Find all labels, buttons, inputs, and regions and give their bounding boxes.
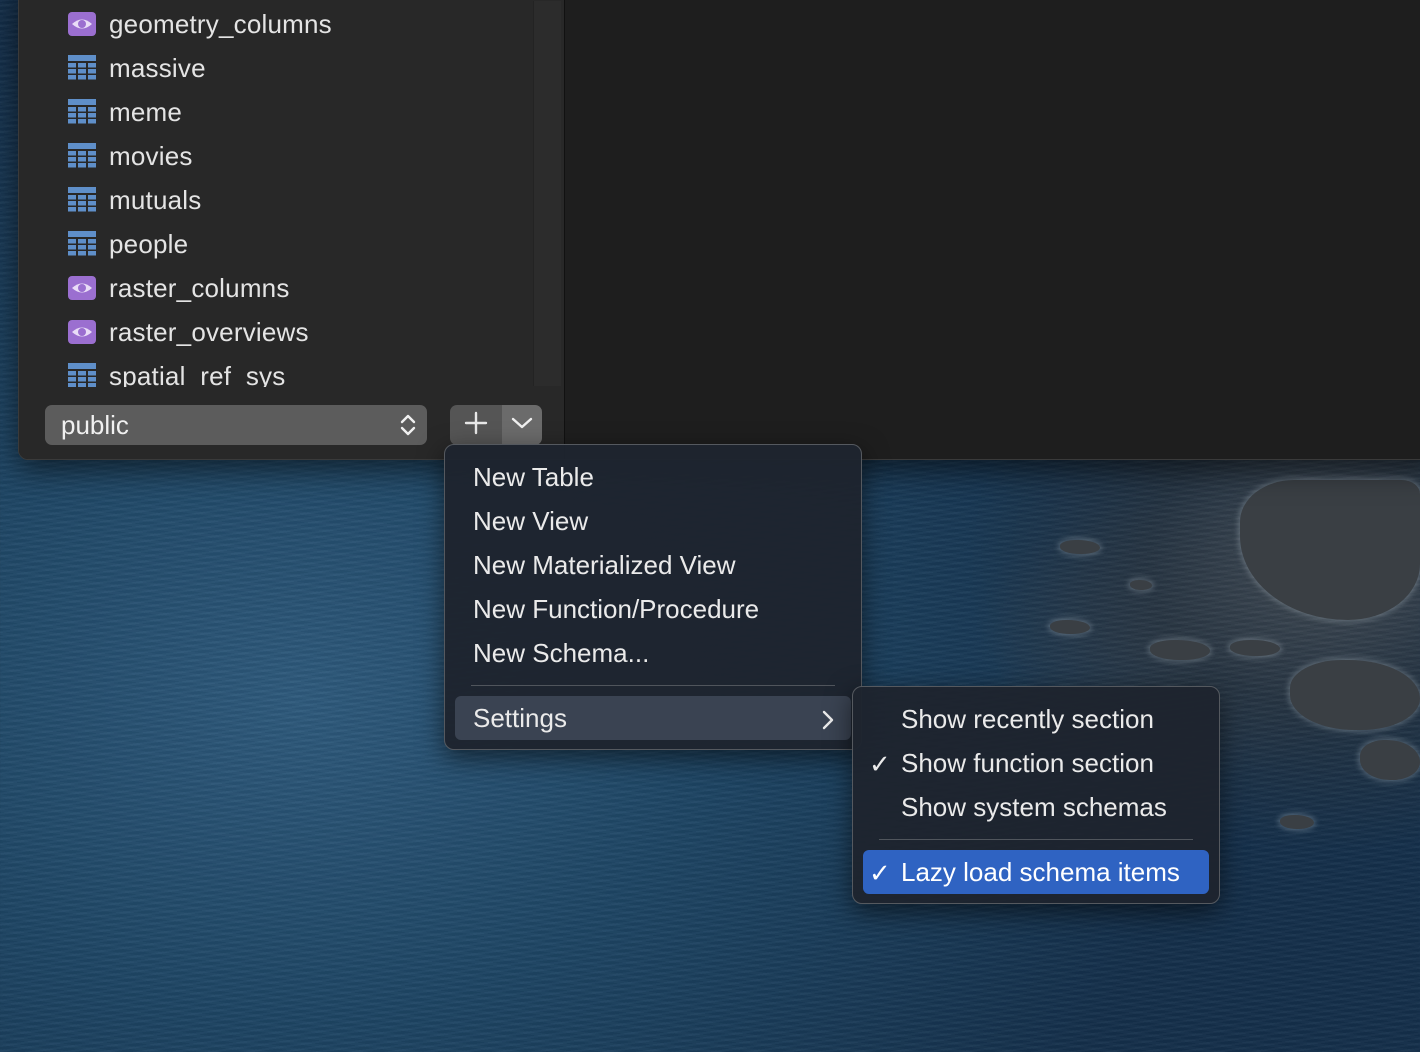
checkmark-icon: ✓	[869, 749, 891, 779]
table-list-item-label: massive	[109, 52, 206, 83]
table-list-item[interactable]: meme	[67, 90, 527, 134]
menu-separator	[471, 685, 835, 686]
table-grid-icon	[67, 231, 97, 257]
plus-icon	[464, 411, 488, 440]
up-down-chevron-icon	[399, 412, 417, 445]
menu-item-new-table[interactable]: New Table	[445, 455, 861, 499]
view-eye-icon	[67, 319, 97, 345]
table-list-item-label: raster_overviews	[109, 316, 309, 347]
table-list-item[interactable]: raster_overviews	[67, 310, 527, 354]
menu-item-new-function-procedure[interactable]: New Function/Procedure	[445, 587, 861, 631]
menu-item-label: Show function section	[901, 747, 1154, 778]
view-eye-icon	[67, 275, 97, 301]
table-list-item[interactable]: mutuals	[67, 178, 527, 222]
table-grid-icon	[67, 363, 97, 387]
table-list-item[interactable]: movies	[67, 134, 527, 178]
checkmark-icon: ✓	[869, 858, 891, 888]
table-list-item-label: people	[109, 228, 189, 259]
add-button[interactable]	[450, 405, 502, 445]
menu-item-new-materialized-view[interactable]: New Materialized View	[445, 543, 861, 587]
content-pane	[566, 0, 1420, 459]
menu-item-show-system-schemas[interactable]: Show system schemas	[853, 785, 1219, 829]
menu-item-new-schema[interactable]: New Schema...	[445, 631, 861, 675]
schema-select[interactable]: public	[45, 405, 427, 445]
schema-select-value: public	[61, 409, 129, 440]
chevron-down-icon	[511, 416, 533, 435]
menu-item-new-view[interactable]: New View	[445, 499, 861, 543]
settings-submenu: Show recently section ✓ Show function se…	[852, 686, 1220, 904]
table-list-item[interactable]: spatial_ref_sys	[67, 354, 527, 387]
table-list-item-label: spatial_ref_sys	[109, 360, 286, 388]
menu-item-show-function-section[interactable]: ✓ Show function section	[853, 741, 1219, 785]
menu-separator	[879, 839, 1193, 840]
menu-item-settings-label: Settings	[473, 702, 567, 733]
table-list-item[interactable]: massive	[67, 46, 527, 90]
table-list-item[interactable]: people	[67, 222, 527, 266]
menu-item-label: Show recently section	[901, 703, 1154, 734]
chevron-right-icon	[821, 707, 835, 738]
table-list-item-label: mutuals	[109, 184, 202, 215]
table-grid-icon	[67, 55, 97, 81]
table-list: geometry_columnsmassive meme movies mutuals…	[67, 2, 527, 387]
add-button-group	[450, 405, 542, 445]
app-window: geometry_columnsmassive meme movies mutuals…	[18, 0, 1420, 460]
table-list-item[interactable]: geometry_columns	[67, 2, 527, 46]
table-list-item-label: meme	[109, 96, 183, 127]
menu-item-label: Lazy load schema items	[901, 856, 1180, 887]
menu-item-settings[interactable]: Settings	[455, 696, 851, 740]
menu-item-label: Show system schemas	[901, 791, 1167, 822]
table-grid-icon	[67, 143, 97, 169]
add-dropdown-button[interactable]	[502, 405, 542, 445]
table-list-item-label: geometry_columns	[109, 8, 332, 39]
table-grid-icon	[67, 187, 97, 213]
table-list-item[interactable]: raster_columns	[67, 266, 527, 310]
menu-item-lazy-load-schema-items[interactable]: ✓ Lazy load schema items	[863, 850, 1209, 894]
scrollbar-track[interactable]	[533, 1, 561, 386]
table-grid-icon	[67, 99, 97, 125]
table-list-item-label: movies	[109, 140, 193, 171]
table-list-item-label: raster_columns	[109, 272, 290, 303]
add-menu: New Table New View New Materialized View…	[444, 444, 862, 750]
view-eye-icon	[67, 11, 97, 37]
menu-item-show-recently-section[interactable]: Show recently section	[853, 697, 1219, 741]
sidebar: geometry_columnsmassive meme movies mutuals…	[19, 0, 565, 459]
